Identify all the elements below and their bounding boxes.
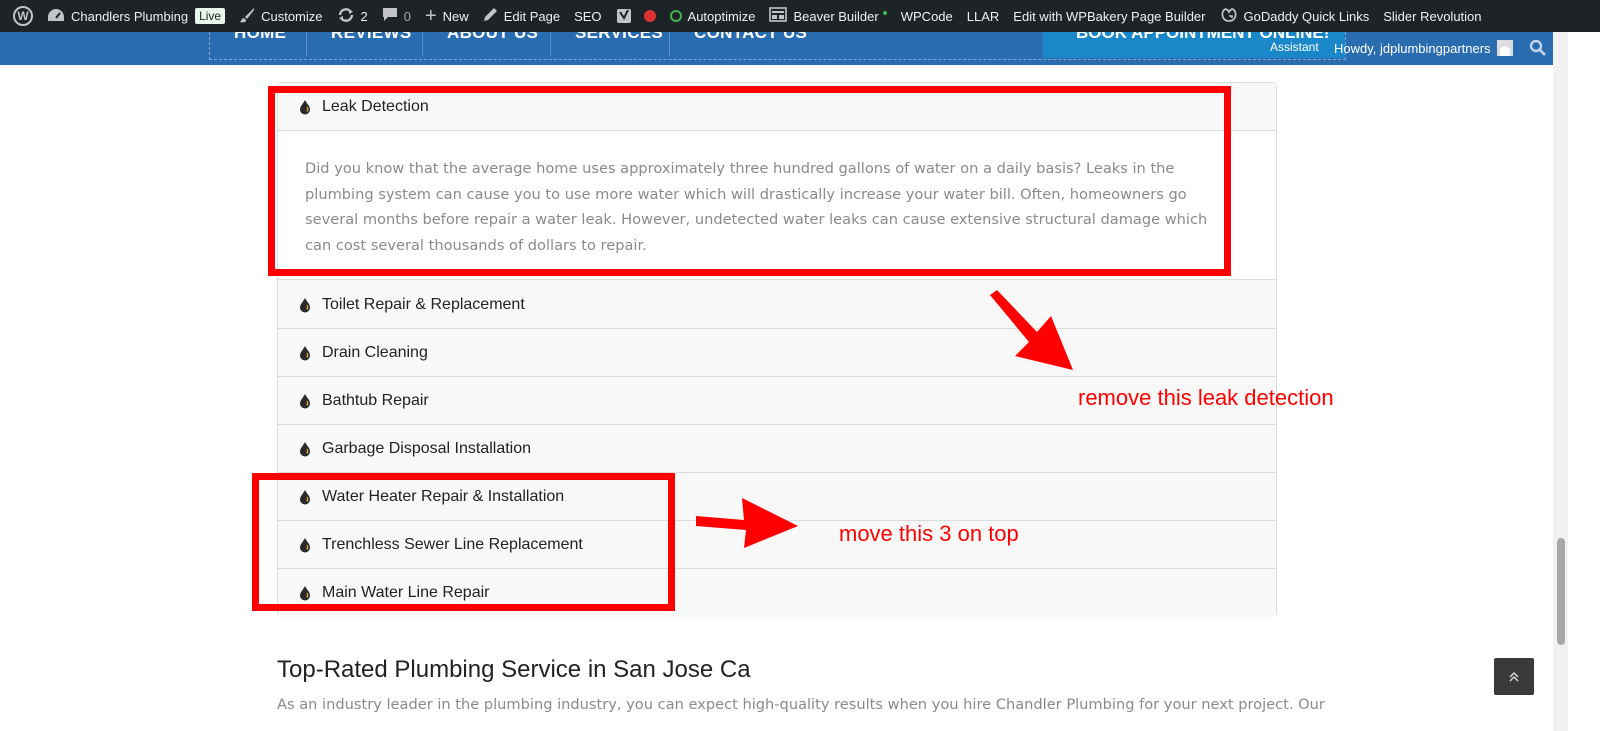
annotation-move-note: move this 3 on top <box>839 521 1019 546</box>
yoast-icon <box>616 7 632 25</box>
godaddy-menu[interactable]: GoDaddy Quick Links <box>1213 0 1377 32</box>
chevron-up-double-icon <box>1509 671 1519 681</box>
pencil-icon <box>483 7 498 25</box>
assistant-link[interactable]: Assistant <box>1270 40 1319 54</box>
beaver-builder-label: Beaver Builder <box>793 8 879 24</box>
wp-logo-menu[interactable]: W <box>6 0 40 32</box>
updates-icon <box>337 7 355 26</box>
nav-divider <box>669 32 670 56</box>
water-drop-icon <box>300 345 310 360</box>
wpbakery-link[interactable]: Edit with WPBakery Page Builder <box>1006 0 1212 32</box>
updates-count: 2 <box>360 8 368 24</box>
customize-link[interactable]: Customize <box>232 0 329 32</box>
nav-divider <box>550 32 551 56</box>
autoptimize-menu[interactable]: Autoptimize <box>663 0 763 32</box>
wpcode-menu[interactable]: WPCode <box>894 0 960 32</box>
paintbrush-icon <box>239 7 255 26</box>
plus-icon: + <box>424 5 437 27</box>
annotation-box-move <box>252 473 675 611</box>
accordion-item-garbage-disposal[interactable]: Garbage Disposal Installation <box>278 425 1276 473</box>
godaddy-icon <box>1220 7 1238 26</box>
nav-divider <box>422 32 423 56</box>
builder-status-dot <box>882 11 887 15</box>
autoptimize-status-icon <box>669 10 682 22</box>
annotation-box-remove <box>268 86 1231 276</box>
site-name-menu[interactable]: Chandlers Plumbing Live <box>40 0 232 32</box>
water-drop-icon <box>300 441 310 456</box>
accordion-title: Drain Cleaning <box>322 343 428 361</box>
seo-menu[interactable]: SEO <box>567 0 608 32</box>
comments-link[interactable]: 0 <box>375 0 418 32</box>
seo-status-dot <box>643 10 656 22</box>
accordion-item-drain-cleaning[interactable]: Drain Cleaning <box>278 329 1276 377</box>
godaddy-label: GoDaddy Quick Links <box>1243 8 1370 24</box>
back-to-top-button[interactable] <box>1494 658 1534 695</box>
new-label: New <box>442 8 469 24</box>
llar-menu[interactable]: LLAR <box>960 0 1007 32</box>
water-drop-icon <box>300 393 310 408</box>
page-scrollbar[interactable] <box>1553 32 1568 731</box>
comment-icon <box>382 7 398 25</box>
llar-label: LLAR <box>966 8 1000 24</box>
yoast-menu[interactable] <box>609 0 663 32</box>
howdy-label: Howdy, jdplumbingpartners <box>1334 40 1491 56</box>
slider-revolution-menu[interactable]: Slider Revolution <box>1376 0 1488 32</box>
section-title: Top-Rated Plumbing Service in San Jose C… <box>277 656 751 683</box>
beaver-builder-link[interactable]: Beaver Builder <box>762 0 893 32</box>
water-drop-icon <box>300 297 310 312</box>
comments-count: 0 <box>403 8 411 24</box>
live-badge: Live <box>195 8 226 24</box>
updates-link[interactable]: 2 <box>330 0 375 32</box>
accordion-title: Toilet Repair & Replacement <box>322 295 525 313</box>
avatar <box>1496 40 1513 56</box>
annotation-arrow-remove <box>990 290 1073 370</box>
wordpress-icon: W <box>13 6 33 26</box>
annotation-remove-note: remove this leak detection <box>1078 385 1334 410</box>
account-menu[interactable]: Howdy, jdplumbingpartners <box>1334 40 1513 56</box>
wpcode-label: WPCode <box>900 8 953 24</box>
edit-page-link[interactable]: Edit Page <box>476 0 567 32</box>
scrollbar-thumb[interactable] <box>1557 538 1565 645</box>
section-text: As an industry leader in the plumbing in… <box>277 696 1325 713</box>
site-name: Chandlers Plumbing <box>71 8 189 24</box>
accordion-title: Bathtub Repair <box>322 391 429 409</box>
search-icon[interactable] <box>1529 39 1546 56</box>
dashboard-icon <box>47 8 65 25</box>
accordion-item-toilet-repair[interactable]: Toilet Repair & Replacement <box>278 281 1276 329</box>
edit-page-label: Edit Page <box>503 8 561 24</box>
builder-icon <box>769 7 788 25</box>
autoptimize-label: Autoptimize <box>687 8 756 24</box>
new-content-menu[interactable]: + New <box>418 0 476 32</box>
annotation-arrow-move <box>696 498 798 548</box>
slider-revolution-label: Slider Revolution <box>1383 8 1482 24</box>
accordion-title: Garbage Disposal Installation <box>322 439 532 457</box>
customize-label: Customize <box>261 8 323 24</box>
seo-label: SEO <box>574 8 602 24</box>
nav-divider <box>306 32 307 56</box>
wpbakery-label: Edit with WPBakery Page Builder <box>1013 8 1206 24</box>
wp-admin-bar: W Chandlers Plumbing Live Customize 2 0 … <box>0 0 1600 32</box>
